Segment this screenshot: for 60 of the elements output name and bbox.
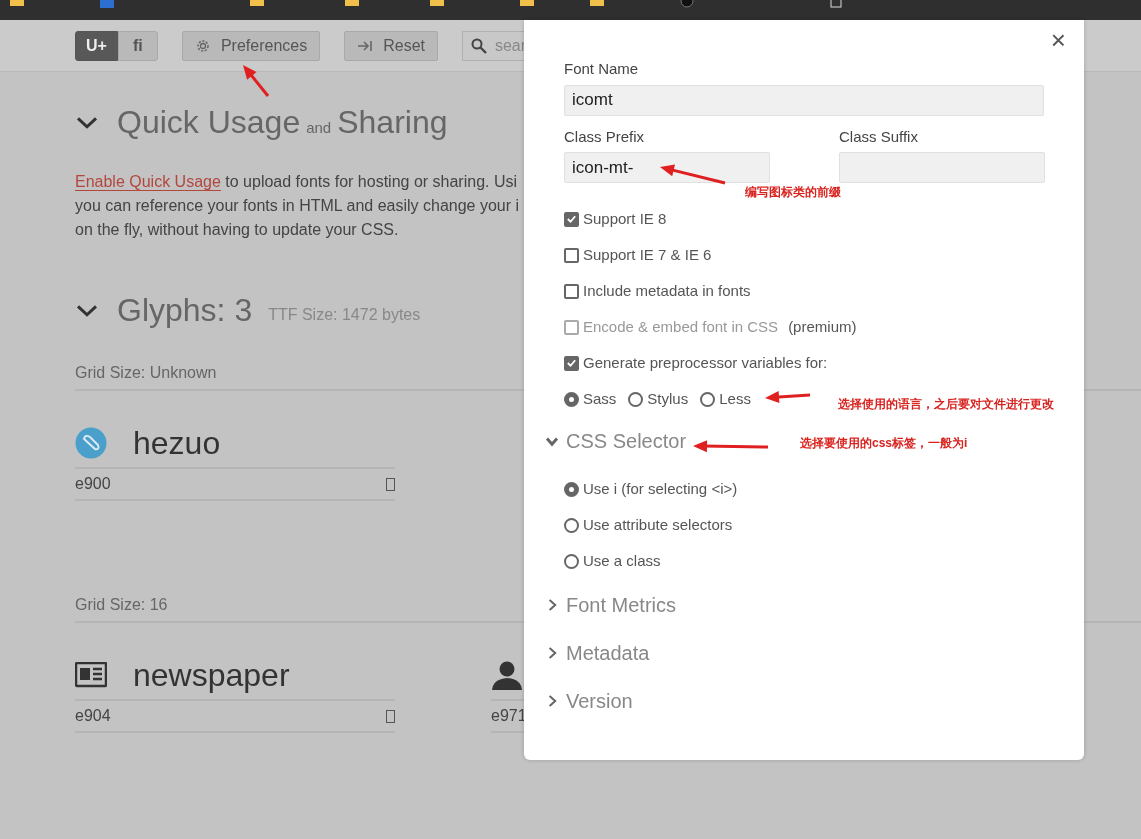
close-button[interactable]: × xyxy=(1044,26,1072,54)
text-field[interactable]: icon-mt- xyxy=(564,152,770,183)
view-toggle-button[interactable]: U+ xyxy=(75,30,118,61)
glyph-code: e971 xyxy=(491,706,527,726)
radio-label: Use i (for selecting <i>) xyxy=(583,478,738,499)
radio-label: Stylus xyxy=(647,388,689,409)
radio-button[interactable] xyxy=(564,553,579,569)
newspaper-icon xyxy=(75,662,107,688)
radio-button[interactable] xyxy=(564,481,579,497)
field-label: Class Prefix xyxy=(564,126,646,147)
missing-glyph-icon xyxy=(386,477,395,491)
arrow xyxy=(660,164,726,185)
reset-button[interactable]: Reset xyxy=(344,30,438,61)
checkbox[interactable] xyxy=(564,283,579,299)
radio-label: Sass xyxy=(583,388,617,409)
radio-button[interactable] xyxy=(628,391,644,407)
checkbox[interactable] xyxy=(564,247,579,263)
section-header[interactable]: Version xyxy=(544,677,633,725)
check-icon xyxy=(566,357,577,369)
annotation-text: 选择要使用的css标签，一般为i xyxy=(800,435,968,452)
view-toggle-button[interactable]: fi xyxy=(117,30,158,61)
search-icon xyxy=(470,37,487,54)
checkbox-label: Include metadata in fonts xyxy=(583,280,751,301)
annotation-text: 选择使用的语言，之后要对文件进行更改 xyxy=(838,396,1054,413)
person-icon xyxy=(491,660,523,690)
text-field[interactable] xyxy=(839,152,1045,183)
section-header[interactable]: Metadata xyxy=(544,629,650,677)
checkbox-label: Support IE 8 xyxy=(583,208,667,229)
text-field[interactable]: icomt xyxy=(564,84,1044,116)
missing-glyph-icon xyxy=(386,709,395,723)
radio-button[interactable] xyxy=(564,391,579,407)
radio-label: Use a class xyxy=(583,550,661,571)
section-title: Quick Usage and Sharing xyxy=(117,103,448,142)
glyph-code: e900 xyxy=(75,474,111,494)
section-header[interactable]: CSS Selector xyxy=(544,417,687,465)
premium-note: (premium) xyxy=(788,316,857,337)
link-badge-icon xyxy=(75,427,107,459)
glyph-name: hezuo xyxy=(133,424,221,463)
arrow xyxy=(765,391,811,404)
settings-icon xyxy=(194,37,211,54)
glyph-name: newspaper xyxy=(133,656,290,695)
checkbox-label: Encode & embed font in CSS xyxy=(583,316,779,337)
arrow-to-bar-icon xyxy=(357,38,374,53)
checkbox[interactable] xyxy=(564,355,579,371)
checkbox-label: Support IE 7 & IE 6 xyxy=(583,244,712,265)
radio-button[interactable] xyxy=(700,391,716,407)
field-label: Font Name xyxy=(564,59,640,79)
ttf-size-text: TTF Size: 1472 bytes xyxy=(268,305,421,325)
glyph-code: e904 xyxy=(75,706,111,726)
radio-label: Less xyxy=(719,388,751,409)
annotation-text: 编写图标类的前缀 xyxy=(745,184,841,201)
preferences-button[interactable]: Preferences xyxy=(181,30,321,61)
arrow xyxy=(243,65,270,97)
checkbox[interactable] xyxy=(564,211,579,227)
section-title: Glyphs: 3 xyxy=(117,291,253,330)
field-label: Class Suffix xyxy=(839,126,919,147)
radio-button[interactable] xyxy=(564,517,579,533)
radio-label: Use attribute selectors xyxy=(583,514,733,535)
check-icon xyxy=(566,213,577,225)
enable-quick-usage-link[interactable]: Enable Quick Usage xyxy=(75,173,221,191)
